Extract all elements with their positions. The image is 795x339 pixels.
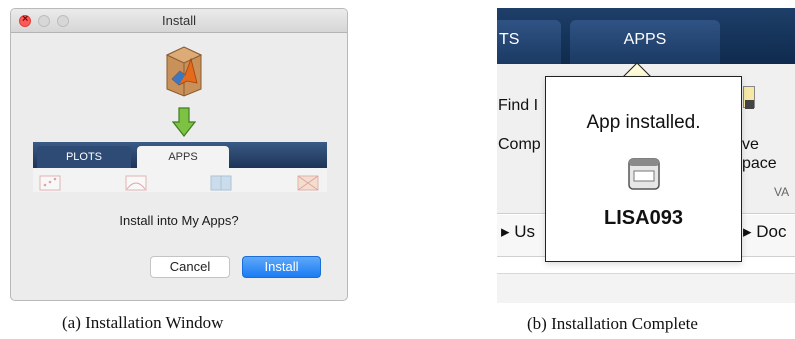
install-prompt: Install into My Apps? <box>119 213 239 228</box>
app-package-icon <box>165 46 203 97</box>
mesh-plot-icon <box>297 175 319 191</box>
tab-plots-partial[interactable]: TS <box>497 20 561 64</box>
ribbon-workspace-label[interactable]: pace <box>742 155 777 173</box>
caption-installation-complete: (b) Installation Complete <box>527 314 698 333</box>
popup-message: App installed. <box>586 112 701 133</box>
tab-plots: PLOTS <box>37 146 131 168</box>
scatter-plot-icon <box>39 175 61 191</box>
ribbon-save-label[interactable]: ve <box>742 136 759 154</box>
app-window-icon <box>628 158 660 190</box>
path-users-crumb[interactable]: ▸ Us <box>501 222 535 242</box>
app-installed-popup: App installed. LISA093 <box>545 76 742 262</box>
floppy-disk-icon <box>745 100 754 109</box>
tab-apps[interactable]: APPS <box>570 20 720 64</box>
dialog-title: Install <box>162 13 196 28</box>
path-documents-crumb[interactable]: ▸ Doc <box>743 222 787 242</box>
caption-installation-window: (a) Installation Window <box>62 313 224 332</box>
install-dialog: Install PLOTS APPS <box>10 8 348 301</box>
title-bar: Install <box>11 9 347 33</box>
arrow-down-icon <box>172 107 196 137</box>
toolstrip-preview: PLOTS APPS <box>33 142 327 192</box>
installed-app-name: LISA093 <box>604 207 683 229</box>
folder-browser-strip <box>497 273 795 303</box>
cancel-button[interactable]: Cancel <box>150 256 230 278</box>
toolstrip-tab-bar: TS APPS <box>497 8 795 64</box>
ribbon-find-label[interactable]: Find I <box>498 97 538 115</box>
ribbon-compare-label[interactable]: Comp <box>498 136 541 154</box>
tab-apps: APPS <box>137 146 229 168</box>
surface-plot-icon <box>210 175 232 191</box>
install-button[interactable]: Install <box>242 256 321 278</box>
toolstrip-tab-row: PLOTS APPS <box>33 142 327 168</box>
area-plot-icon <box>125 175 147 191</box>
ribbon-section-variable-label: VA <box>774 185 790 199</box>
